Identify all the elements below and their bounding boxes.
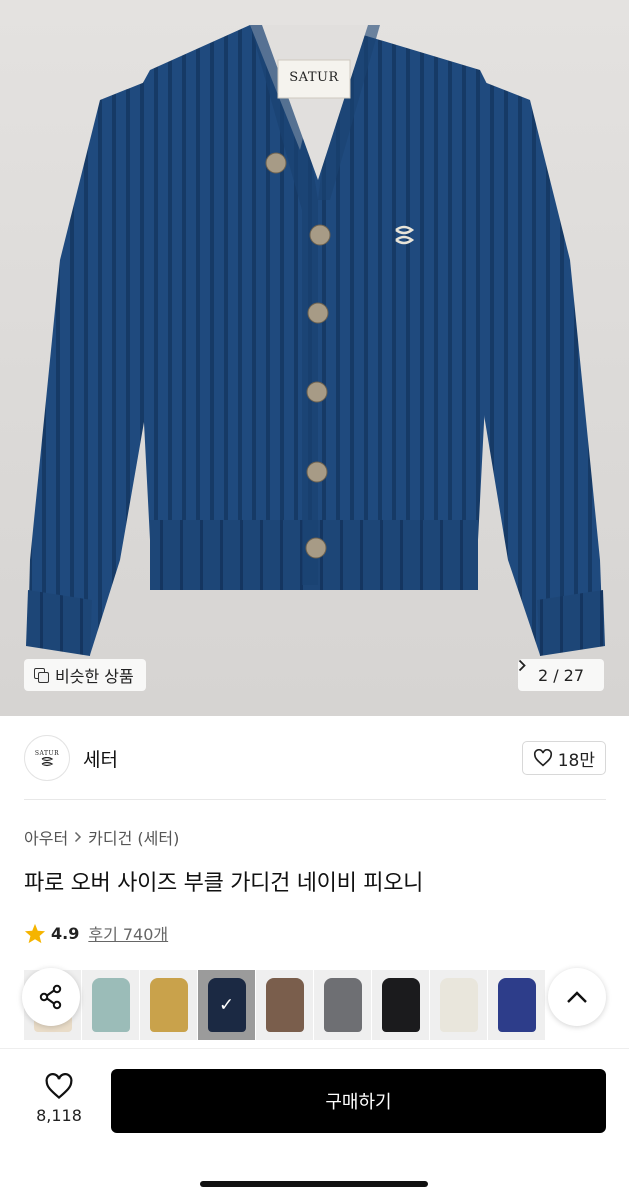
chevron-right-icon bbox=[75, 831, 82, 843]
home-indicator bbox=[200, 1181, 428, 1187]
heart-outline-icon bbox=[533, 749, 552, 767]
scroll-top-button[interactable] bbox=[548, 968, 606, 1026]
color-option-brown[interactable] bbox=[256, 970, 314, 1040]
breadcrumb-category[interactable]: 아우터 bbox=[24, 825, 68, 849]
color-option-ivory[interactable] bbox=[430, 970, 488, 1040]
share-icon bbox=[39, 984, 62, 1010]
color-swatch bbox=[266, 978, 304, 1032]
color-options-strip[interactable]: ✓ bbox=[24, 970, 608, 1040]
brand-emblem-icon bbox=[41, 756, 54, 766]
garment-brand-label: SATUR bbox=[289, 70, 339, 85]
chevron-right-icon bbox=[518, 659, 526, 672]
share-button[interactable] bbox=[22, 968, 80, 1026]
color-swatch bbox=[382, 978, 420, 1032]
brand-row[interactable]: SATUR 세터 18만 bbox=[24, 734, 606, 782]
color-option-navy[interactable]: ✓ bbox=[198, 970, 256, 1040]
copy-squares-icon bbox=[34, 667, 49, 683]
similar-products-label: 비슷한 상품 bbox=[55, 667, 134, 686]
review-link[interactable]: 후기 740개 bbox=[88, 921, 168, 945]
buy-button[interactable]: 구매하기 bbox=[111, 1069, 606, 1133]
brand-logo[interactable]: SATUR bbox=[24, 735, 70, 781]
color-option-gray[interactable] bbox=[314, 970, 372, 1040]
image-pager-text: 2 / 27 bbox=[537, 665, 585, 685]
color-option-mustard[interactable] bbox=[140, 970, 198, 1040]
chevron-up-icon bbox=[567, 991, 587, 1003]
brand-like-count: 18만 bbox=[557, 750, 595, 771]
rating-score: 4.9 bbox=[51, 923, 80, 943]
color-swatch bbox=[498, 978, 536, 1032]
brand-logo-text: SATUR bbox=[34, 749, 60, 757]
product-title: 파로 오버 사이즈 부클 가디건 네이비 피오니 bbox=[24, 871, 424, 896]
color-swatch bbox=[150, 978, 188, 1032]
breadcrumb: 아우터 카디건 (세터) bbox=[24, 825, 179, 849]
star-icon bbox=[24, 923, 46, 943]
color-swatch bbox=[92, 978, 130, 1032]
heart-outline-icon bbox=[45, 1073, 73, 1100]
brand-name[interactable]: 세터 bbox=[83, 745, 118, 772]
cardigan-illustration bbox=[26, 25, 605, 656]
color-swatch bbox=[324, 978, 362, 1032]
color-swatch bbox=[440, 978, 478, 1032]
product-image[interactable]: SATUR 비슷한 상품 2 / 27 bbox=[0, 0, 629, 716]
color-option-mint[interactable] bbox=[82, 970, 140, 1040]
wish-count: 8,118 bbox=[36, 1106, 82, 1125]
divider bbox=[24, 799, 606, 800]
color-option-black[interactable] bbox=[372, 970, 430, 1040]
wish-button[interactable]: 8,118 bbox=[30, 1073, 88, 1125]
breadcrumb-subcategory[interactable]: 카디건 (세터) bbox=[88, 825, 179, 849]
brand-like-button[interactable]: 18만 bbox=[521, 741, 606, 775]
bottom-bar: 8,118 구매하기 bbox=[0, 1048, 629, 1200]
image-pager[interactable]: 2 / 27 bbox=[518, 659, 604, 691]
color-option-blue[interactable] bbox=[488, 970, 546, 1040]
similar-products-button[interactable]: 비슷한 상품 bbox=[24, 659, 146, 691]
rating-row[interactable]: 4.9 후기 740개 bbox=[24, 921, 168, 945]
check-icon: ✓ bbox=[218, 994, 235, 1016]
